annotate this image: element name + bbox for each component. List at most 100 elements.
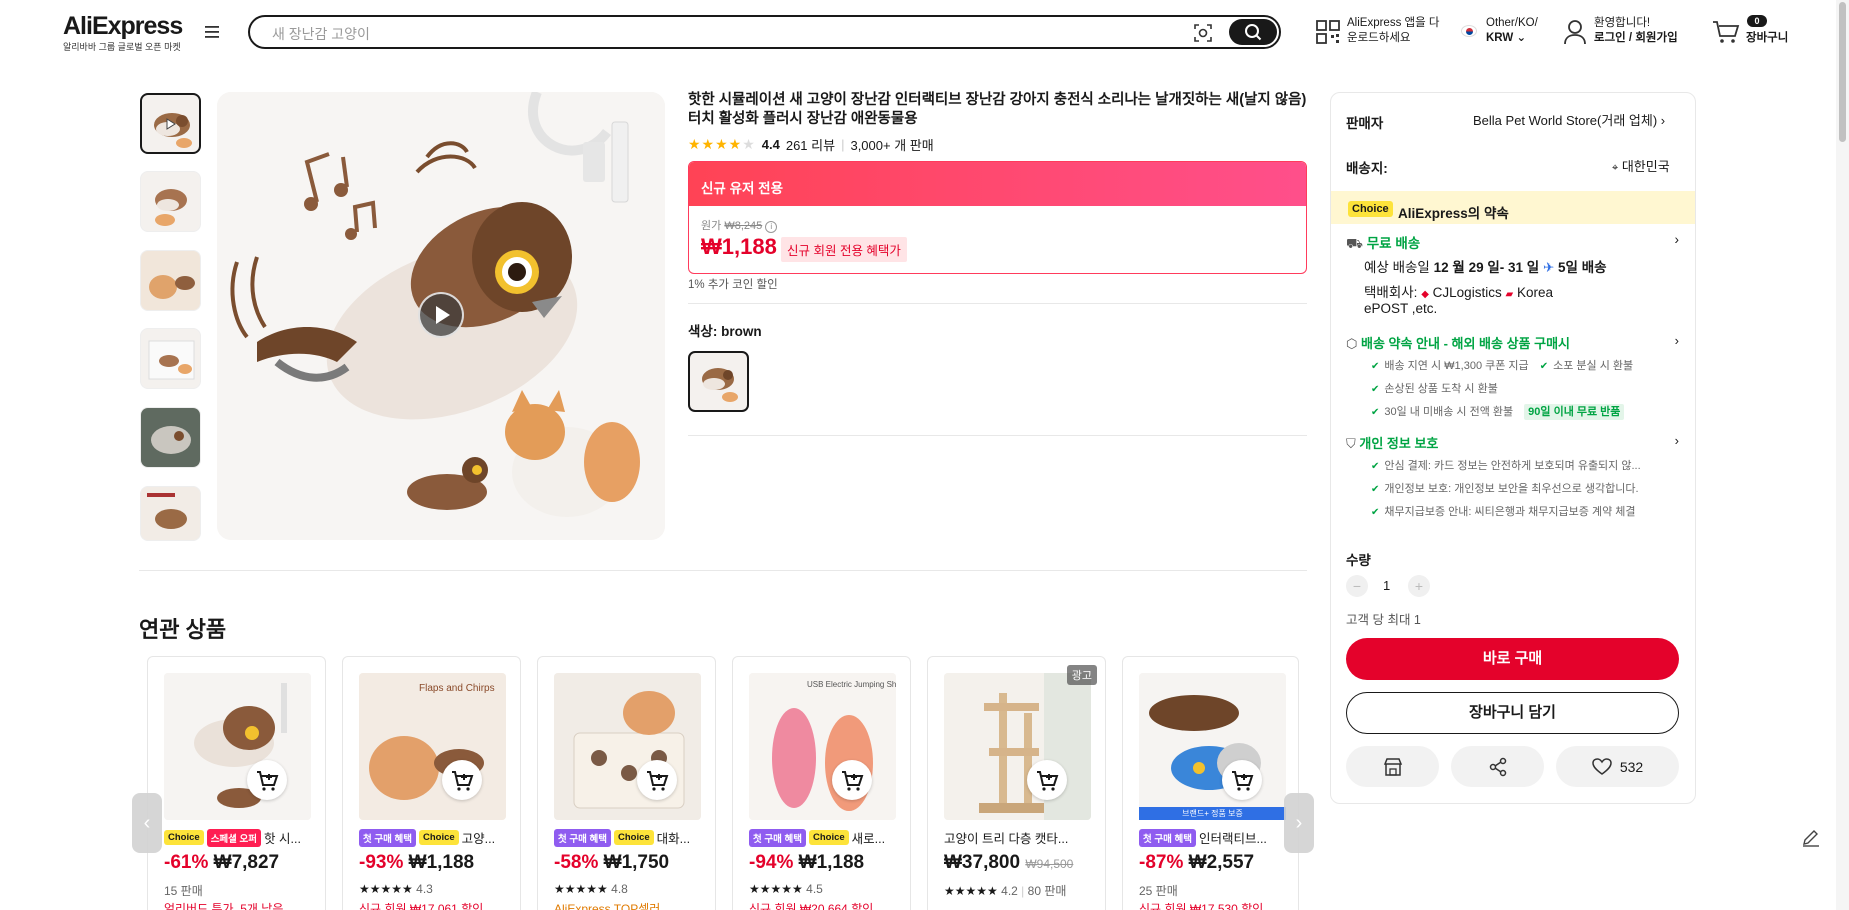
delivery-promise-row[interactable]: ⬡ 배송 약속 안내 - 해외 배송 상품 구매시 › (1346, 333, 1679, 352)
choice-badge: Choice (613, 830, 654, 845)
chevron-right-icon: › (1660, 113, 1666, 128)
image-search-icon[interactable] (1193, 23, 1213, 43)
aliexpress-logo[interactable]: AliExpress (63, 12, 183, 41)
color-option-brown[interactable] (688, 351, 749, 412)
coin-discount-note: 1% 추가 코인 할인 (688, 279, 778, 291)
rating: ★★★★★ 4.8 (554, 882, 628, 896)
search-bar[interactable]: 새 장난감 고양이 (248, 15, 1281, 49)
add-to-cart-icon[interactable] (442, 760, 482, 800)
divider (688, 435, 1307, 436)
search-input[interactable]: 새 장난감 고양이 (272, 24, 370, 44)
product-price: -61% ₩7,827 (164, 852, 280, 873)
login-signup-link[interactable]: 로그인 / 회원가입 (1594, 31, 1678, 46)
review-count[interactable]: 261 리뷰 (786, 135, 835, 154)
product-image[interactable] (1139, 673, 1286, 820)
privacy-item: ✔ 채무지급보증 안내: 씨티은행과 채무지급보증 계약 체결 (1371, 506, 1636, 518)
ship-to-selector[interactable]: ⌖ 대한민국 (1612, 156, 1670, 175)
search-button[interactable] (1229, 19, 1277, 45)
badge-row: 고양이 트리 다층 캣타... (944, 828, 1094, 847)
star-rating-icon: ★★★★★ (688, 136, 756, 152)
info-icon[interactable]: i (765, 221, 778, 233)
related-product-card[interactable]: 광고 고양이 트리 다층 캣타... ₩37,800 ₩94,500 ★★★★★… (927, 656, 1106, 910)
quantity-increase-button[interactable]: + (1408, 575, 1430, 597)
cart-icon[interactable] (1712, 20, 1740, 44)
menu-icon[interactable] (204, 25, 220, 39)
delivery-estimate: 예상 배송일 12 월 29 일- 31 일 ✈ 5일 배송 (1364, 260, 1607, 275)
gallery-thumb[interactable] (140, 93, 201, 154)
product-image[interactable]: Flaps and Chirps (359, 673, 506, 820)
ad-badge: 광고 (1066, 665, 1097, 685)
play-video-button[interactable] (418, 292, 464, 338)
gallery-thumb[interactable] (140, 328, 201, 389)
gallery-thumb[interactable] (140, 250, 201, 311)
product-name: 새로... (851, 832, 886, 846)
product-price: -58% ₩1,750 (554, 852, 670, 873)
product-image[interactable]: USB Electric Jumping Shrimp (749, 673, 896, 820)
gallery-thumb[interactable] (140, 486, 201, 541)
add-to-cart-button[interactable]: 장바구니 담기 (1346, 692, 1679, 734)
wishlist-button[interactable]: 532 (1556, 746, 1679, 787)
quantity-label: 수량 (1346, 553, 1371, 568)
free-shipping-row[interactable]: ⛟ 무료 배송 › (1346, 232, 1679, 254)
product-name: 고양... (461, 832, 496, 846)
chevron-right-icon: › (1674, 333, 1679, 348)
first-purchase-badge: 첫 구매 혜택 (1139, 828, 1196, 847)
feedback-pen-icon[interactable] (1801, 827, 1821, 847)
cube-icon: ⬡ (1346, 336, 1358, 351)
chevron-down-icon: ⌄ (1516, 32, 1527, 44)
add-to-cart-icon[interactable] (1222, 760, 1262, 800)
choice-badge: Choice (164, 830, 204, 845)
quantity-value[interactable]: 1 (1383, 578, 1390, 593)
product-image[interactable] (944, 673, 1091, 820)
related-product-card[interactable]: Flaps and Chirps 첫 구매 혜택 Choice 고양... -9… (342, 656, 521, 910)
special-offer-badge: 스페셜 오퍼 (206, 828, 262, 847)
add-to-cart-icon[interactable] (832, 760, 872, 800)
product-image[interactable] (554, 673, 701, 820)
separator: | (841, 137, 845, 152)
add-to-cart-icon[interactable] (247, 760, 287, 800)
gallery-thumb[interactable] (140, 171, 201, 232)
chevron-right-icon: › (1674, 433, 1679, 448)
product-name: 고양이 트리 다층 캣타... (944, 832, 1069, 846)
price-promo-box: 신규 유저 전용 원가 ₩8,245 i ₩1,188 신규 회원 전용 혜택가 (688, 161, 1307, 274)
badge-row: 첫 구매 혜택 Choice 새로... (749, 828, 899, 847)
locale-selector[interactable]: Other/KO/ KRW ⌄ (1486, 16, 1538, 46)
promo-line: 얼리버드 특가, 5개 남음 (164, 902, 284, 910)
promo-line: 신규 회원 ₩17,061 할인 (359, 902, 484, 910)
carousel-next-button[interactable]: › (1284, 793, 1314, 853)
add-to-cart-icon[interactable] (637, 760, 677, 800)
cart-label[interactable]: 장바구니 (1746, 31, 1788, 46)
rating: ★★★★★ 4.3 (359, 882, 433, 896)
badge-row: 첫 구매 혜택 인터랙티브... (1139, 828, 1289, 847)
product-name: 인터랙티브... (1198, 832, 1267, 846)
related-product-card[interactable]: USB Electric Jumping Shrimp 첫 구매 혜택 Choi… (732, 656, 911, 910)
carousel-prev-button[interactable]: ‹ (132, 793, 162, 853)
related-product-card[interactable]: 브랜드+ 정품 보증 첫 구매 혜택 인터랙티브... -87% ₩2,557 … (1122, 656, 1299, 910)
badge-row: Choice 스페셜 오퍼 핫 시... (164, 828, 314, 847)
product-image[interactable] (164, 673, 311, 820)
truck-icon: ⛟ (1346, 236, 1363, 251)
related-product-card[interactable]: Choice 스페셜 오퍼 핫 시... -61% ₩7,827 15 판매 얼… (147, 656, 326, 910)
related-product-card[interactable]: 첫 구매 혜택 Choice 대화... -58% ₩1,750 ★★★★★ 4… (537, 656, 716, 910)
new-user-tag: 신규 회원 전용 혜택가 (781, 237, 907, 262)
account-link[interactable]: 환영합니다! 로그인 / 회원가입 (1594, 16, 1678, 46)
privacy-row[interactable]: ⛉ 개인 정보 보호 › (1346, 433, 1679, 452)
seller-store-link[interactable]: Bella Pet World Store(거래 업체) › (1473, 110, 1665, 129)
app-download-link[interactable]: AliExpress 앱을 다 운로드하세요 (1347, 16, 1439, 46)
chevron-right-icon: › (1674, 232, 1680, 247)
first-purchase-badge: 첫 구매 혜택 (749, 828, 806, 847)
add-to-cart-icon[interactable] (1027, 760, 1067, 800)
privacy-item: ✔ 개인정보 보호: 개인정보 보안을 최우선으로 생각합니다. (1371, 483, 1639, 495)
quantity-decrease-button[interactable]: − (1346, 575, 1368, 597)
store-button[interactable] (1346, 746, 1439, 787)
share-button[interactable] (1451, 746, 1544, 787)
wishlist-count: 532 (1619, 758, 1644, 775)
user-icon[interactable] (1563, 19, 1587, 45)
gallery-thumb[interactable] (140, 407, 201, 468)
first-purchase-badge: 첫 구매 혜택 (554, 828, 611, 847)
privacy-item: ✔ 안심 결제: 카드 정보는 안전하게 보호되며 유출되지 않... (1371, 460, 1641, 472)
rating-row[interactable]: ★★★★★ 4.4 261 리뷰 | 3,000+ 개 판매 (688, 135, 934, 154)
buy-now-button[interactable]: 바로 구매 (1346, 638, 1679, 680)
qr-code-icon[interactable] (1316, 20, 1340, 44)
scrollbar-thumb[interactable] (1839, 2, 1846, 142)
